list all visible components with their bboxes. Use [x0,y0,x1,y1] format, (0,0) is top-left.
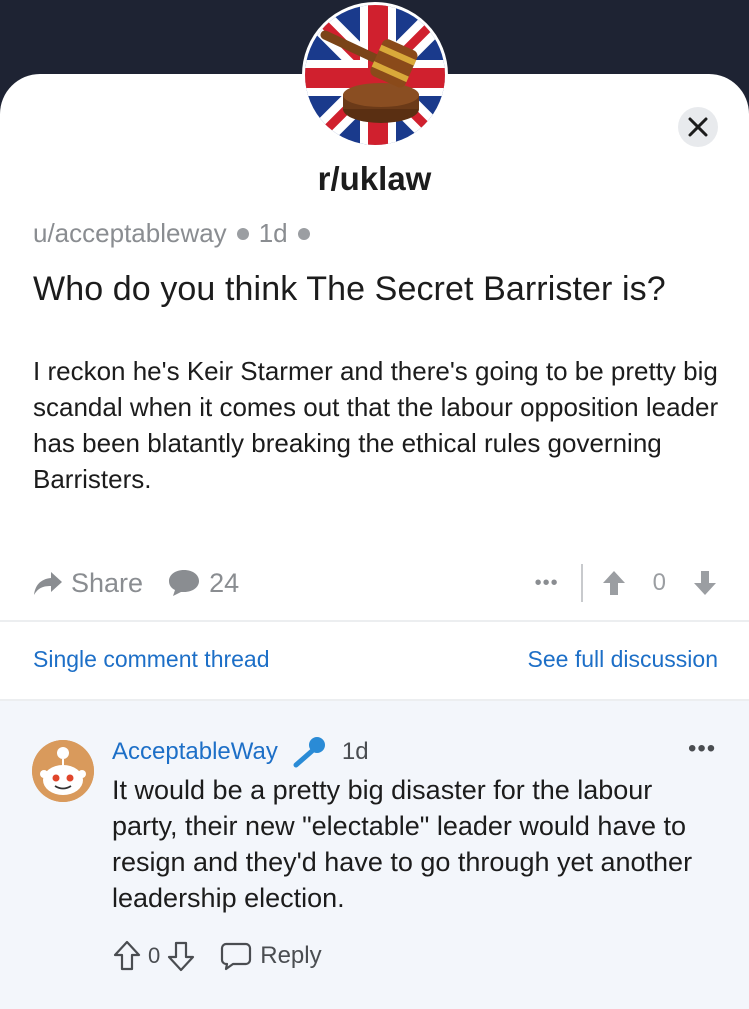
comment-score: 0 [148,943,161,968]
subreddit-name[interactable]: r/uklaw [0,160,749,198]
post-age: 1d [258,218,288,248]
reply-label: Reply [260,942,322,969]
single-comment-thread-link[interactable]: Single comment thread [33,646,270,673]
close-icon [688,117,708,137]
divider [0,620,749,622]
reply-bubble-icon [221,942,252,971]
close-button[interactable] [678,107,718,147]
comments-button[interactable]: 24 [167,568,239,599]
share-label: Share [71,567,144,598]
comment-author[interactable]: AcceptableWay [112,738,278,766]
arrow-down-icon[interactable] [166,940,196,972]
share-button[interactable]: Share [33,568,143,599]
comment-more-button[interactable]: ••• [688,735,716,763]
thread-links: Single comment thread See full discussio… [33,646,718,673]
post-score: 0 [652,569,666,596]
chat-bubble-icon [169,570,200,596]
arrow-down-icon[interactable] [692,569,718,597]
comment-body: It would be a pretty big disaster for th… [112,775,693,913]
reply-button[interactable]: Reply [220,941,322,971]
divider [580,564,583,602]
subreddit-avatar-image [305,5,445,145]
comment-action-bar: 0 Reply [112,940,322,972]
snoo-avatar-icon [32,740,94,802]
separator-dot [297,227,310,240]
post-body: I reckon he's Keir Starmer and there's g… [33,356,719,494]
post-meta: u/acceptableway 1d [33,218,320,249]
subreddit-avatar[interactable] [302,2,448,148]
comment-count: 24 [209,567,240,598]
comment-header: AcceptableWay 1d [112,736,369,768]
see-full-discussion-link[interactable]: See full discussion [528,646,719,673]
share-arrow-icon [34,572,62,595]
post-action-bar: Share 24 ••• 0 [33,561,718,605]
microphone-icon [293,737,325,768]
post-vote-area: ••• 0 [535,561,718,605]
arrow-up-icon[interactable] [112,940,142,972]
arrow-up-icon[interactable] [601,569,627,597]
post-title: Who do you think The Secret Barrister is… [33,270,666,308]
post-more-button[interactable]: ••• [535,572,559,595]
post-author[interactable]: u/acceptableway [33,218,227,249]
separator-dot [236,227,249,240]
comment-age: 1d [341,738,369,765]
commenter-avatar[interactable] [32,740,94,802]
divider [0,699,749,701]
